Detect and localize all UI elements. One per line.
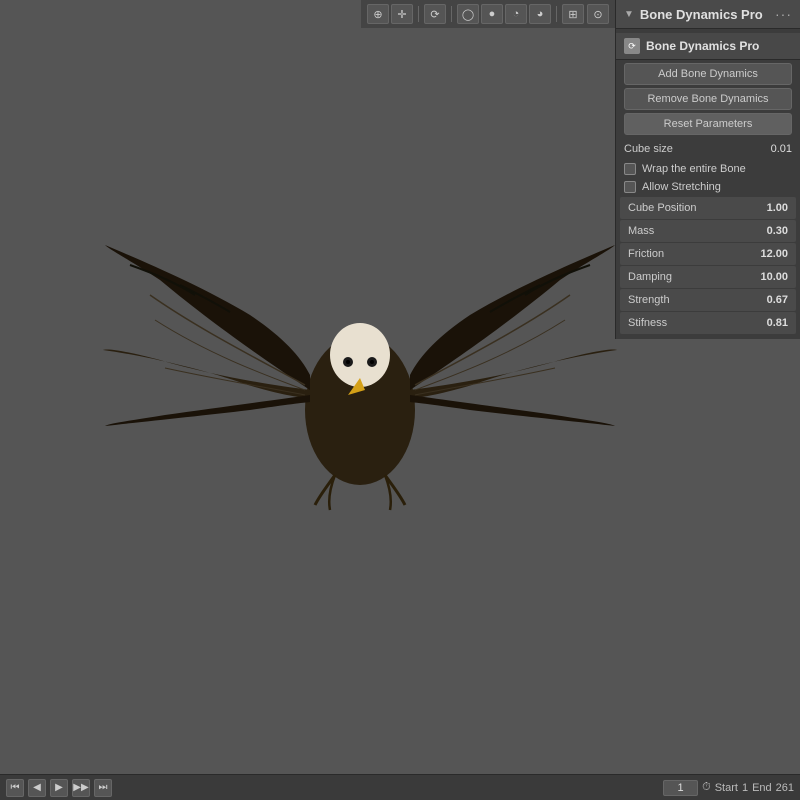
- wrap-bone-label: Wrap the entire Bone: [642, 163, 746, 175]
- field-row-damping[interactable]: Damping 10.00: [620, 266, 796, 288]
- panel-content: ⟳ Bone Dynamics Pro Add Bone Dynamics Re…: [616, 29, 800, 339]
- field-label-4: Strength: [628, 294, 670, 306]
- right-panel: ▼ Bone Dynamics Pro ··· ⟳ Bone Dynamics …: [615, 0, 800, 339]
- wrap-bone-checkbox[interactable]: [624, 163, 636, 175]
- section-title: Bone Dynamics Pro: [646, 39, 759, 53]
- jump-end-button[interactable]: ⏭: [94, 779, 112, 797]
- field-value-3: 10.00: [760, 271, 788, 283]
- end-value: 261: [776, 782, 794, 794]
- eagle-illustration: [100, 120, 620, 550]
- field-value-0: 1.00: [767, 202, 788, 214]
- panel-header: ▼ Bone Dynamics Pro ···: [616, 0, 800, 29]
- field-label-2: Friction: [628, 248, 664, 260]
- panel-collapse-arrow[interactable]: ▼: [624, 9, 634, 20]
- field-value-1: 0.30: [767, 225, 788, 237]
- reset-parameters-button[interactable]: Reset Parameters: [624, 113, 792, 135]
- field-value-2: 12.00: [760, 248, 788, 260]
- field-row-strength[interactable]: Strength 0.67: [620, 289, 796, 311]
- allow-stretch-row: Allow Stretching: [616, 178, 800, 196]
- field-row-cube-position[interactable]: Cube Position 1.00: [620, 197, 796, 219]
- jump-start-button[interactable]: ⏮: [6, 779, 24, 797]
- bottom-bar: ⏮ ◀ ▶ ▶▶ ⏭ 1 ⏱ Start 1 End 261: [0, 774, 800, 800]
- allow-stretch-checkbox[interactable]: [624, 181, 636, 193]
- shading-mode-icon[interactable]: ◯: [457, 4, 479, 24]
- shading-solid-icon[interactable]: ●: [481, 4, 503, 24]
- shading-rendered-icon[interactable]: ◕: [529, 4, 551, 24]
- field-value-5: 0.81: [767, 317, 788, 329]
- wrap-bone-row: Wrap the entire Bone: [616, 160, 800, 178]
- field-value-4: 0.67: [767, 294, 788, 306]
- section-header: ⟳ Bone Dynamics Pro: [616, 33, 800, 60]
- move-tool-icon[interactable]: ✛: [391, 4, 413, 24]
- allow-stretch-label: Allow Stretching: [642, 181, 721, 193]
- global-transform-icon[interactable]: ⟳: [424, 4, 446, 24]
- cube-size-row: Cube size 0.01: [616, 138, 800, 160]
- field-row-mass[interactable]: Mass 0.30: [620, 220, 796, 242]
- field-row-stifness[interactable]: Stifness 0.81: [620, 312, 796, 334]
- current-frame-display[interactable]: 1: [663, 780, 698, 796]
- field-label-0: Cube Position: [628, 202, 697, 214]
- overlay-icon[interactable]: ⊞: [562, 4, 584, 24]
- field-label-5: Stifness: [628, 317, 667, 329]
- step-forward-button[interactable]: ▶▶: [72, 779, 90, 797]
- add-bone-dynamics-button[interactable]: Add Bone Dynamics: [624, 63, 792, 85]
- cube-size-value: 0.01: [747, 143, 792, 155]
- gizmo-icon[interactable]: ⊙: [587, 4, 609, 24]
- start-value: 1: [742, 782, 748, 794]
- step-back-button[interactable]: ◀: [28, 779, 46, 797]
- panel-title: Bone Dynamics Pro: [640, 7, 763, 22]
- field-label-1: Mass: [628, 225, 654, 237]
- remove-bone-dynamics-button[interactable]: Remove Bone Dynamics: [624, 88, 792, 110]
- fields-container: Cube Position 1.00 Mass 0.30 Friction 12.00 Da…: [616, 197, 800, 334]
- cube-size-label: Cube size: [624, 143, 747, 155]
- panel-options-icon[interactable]: ···: [775, 6, 792, 22]
- bone-dynamics-icon: ⟳: [624, 38, 640, 54]
- cursor-tool-icon[interactable]: ⊕: [367, 4, 389, 24]
- field-row-friction[interactable]: Friction 12.00: [620, 243, 796, 265]
- shading-material-icon[interactable]: ◔: [505, 4, 527, 24]
- play-button[interactable]: ▶: [50, 779, 68, 797]
- start-icon: ⏱: [702, 781, 711, 794]
- start-label: Start: [715, 782, 738, 794]
- field-label-3: Damping: [628, 271, 672, 283]
- viewport-toolbar: ⊕ ✛ ⟳ ◯ ● ◔ ◕ ⊞ ⊙: [361, 0, 615, 28]
- end-label: End: [752, 782, 772, 794]
